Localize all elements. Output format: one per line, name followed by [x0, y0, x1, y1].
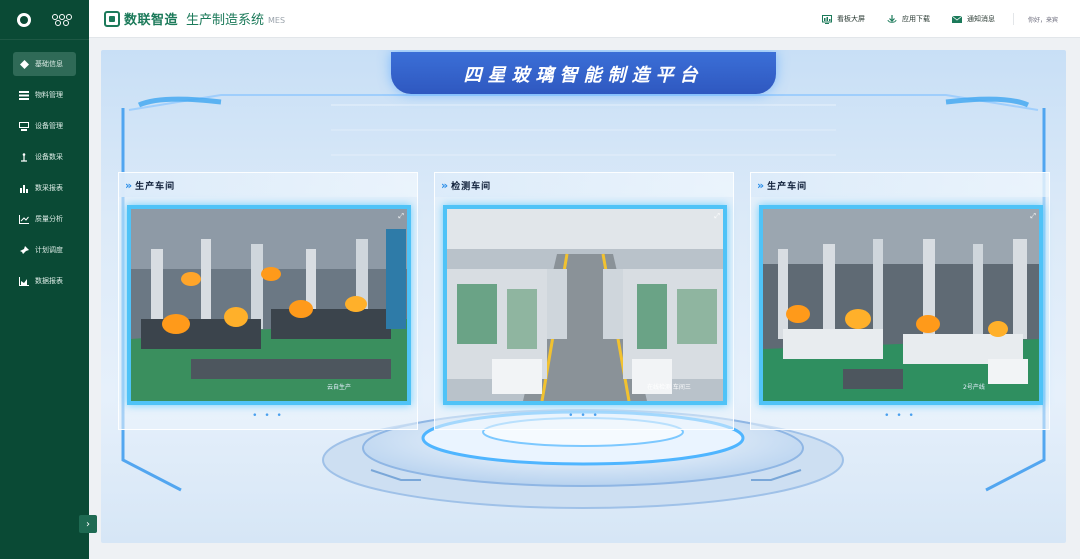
sidebar-item-label: 数采报表	[35, 184, 63, 192]
chevron-right-icon: ›	[86, 518, 90, 530]
download-icon	[887, 14, 897, 23]
video-caption: 云自生产	[327, 384, 352, 391]
app-download-label: 应用下载	[901, 15, 930, 23]
platform-title-bar: 四星玻璃智能制造平台	[391, 52, 776, 94]
sidebar-item-label: 质量分析	[35, 215, 63, 223]
header-divider	[1012, 13, 1014, 25]
video-caption: 2号产线	[963, 384, 985, 391]
platform-title: 四星玻璃智能制造平台	[463, 65, 704, 86]
header-actions: 看板大屏 应用下载 通知消息 你好，来宾	[800, 0, 1058, 38]
brand[interactable]: 数联智造 生产制造系统 MES	[104, 9, 285, 28]
antenna-icon	[19, 152, 29, 162]
expand-icon[interactable]: ⤢	[714, 212, 720, 221]
workshop-panel-production-1: » 生产车间 ⤢ 云自生产 • • •	[118, 172, 418, 430]
sidebar-item-label: 设备数采	[35, 153, 63, 161]
brand-logo-icon	[104, 10, 120, 27]
pagination-dots[interactable]: • • •	[435, 411, 733, 421]
system-name: 生产制造系统	[186, 13, 265, 28]
sidebar-item-schedule[interactable]: 计划调度	[13, 238, 76, 262]
expand-icon[interactable]: ⤢	[1030, 212, 1036, 221]
sidebar-collapse-button[interactable]: ›	[79, 515, 97, 533]
expand-icon[interactable]: ⤢	[398, 212, 404, 221]
diamond-icon	[19, 59, 29, 69]
device-icon	[19, 121, 29, 131]
sidebar: 基础信息 物料管理 设备管理 设备数采 数采报表 质量分析 计划调度 数据报表 …	[0, 0, 97, 559]
report-icon	[19, 276, 29, 286]
trend-icon	[19, 214, 29, 224]
camera-feed[interactable]: ⤢ 在线检测 车间三	[443, 205, 727, 405]
sidebar-menu: 基础信息 物料管理 设备管理 设备数采 数采报表 质量分析 计划调度 数据报表	[0, 52, 89, 293]
sidebar-logos	[0, 0, 89, 40]
panel-title: 检测车间	[451, 181, 492, 192]
factory-video-image	[131, 209, 407, 401]
dashboard-icon	[821, 14, 832, 24]
notification-label: 通知消息	[966, 15, 995, 23]
brand-name: 数联智造	[124, 13, 179, 28]
sidebar-item-label: 物料管理	[35, 91, 63, 99]
camera-feed[interactable]: ⤢ 2号产线	[759, 205, 1043, 405]
camera-feed[interactable]: ⤢ 云自生产	[127, 205, 411, 405]
double-chevron-icon: »	[441, 178, 448, 192]
sidebar-item-basic-info[interactable]: 基础信息	[13, 52, 76, 76]
sidebar-item-material[interactable]: 物料管理	[13, 83, 76, 107]
panel-header: » 生产车间	[751, 173, 1049, 197]
pagination-dots[interactable]: • • •	[119, 411, 417, 421]
bar-chart-icon	[19, 184, 29, 193]
double-chevron-icon: »	[757, 178, 764, 192]
notification-button[interactable]: 通知消息	[951, 14, 995, 24]
workshop-panel-production-2: » 生产车间 ⤢ 2号产线 • • •	[750, 172, 1050, 430]
panel-header: » 生产车间	[119, 173, 417, 197]
video-caption: 在线检测 车间三	[647, 384, 691, 391]
factory-video-image	[763, 209, 1039, 401]
top-header: 数联智造 生产制造系统 MES 看板大屏 应用下载 通知消息 你好，来宾	[89, 0, 1080, 38]
sidebar-item-collect-report[interactable]: 数采报表	[13, 176, 76, 200]
dashboard-screen-button[interactable]: 看板大屏	[821, 14, 865, 24]
user-greeting[interactable]: 你好，来宾	[1028, 15, 1058, 24]
workshop-panel-inspection: » 检测车间 ⤢ 在线检测 车间三 • • •	[434, 172, 734, 430]
sidebar-item-device-collect[interactable]: 设备数采	[13, 145, 76, 169]
sidebar-item-data-report[interactable]: 数据报表	[13, 269, 76, 293]
main-dashboard: 四星玻璃智能制造平台 » 生产车间 ⤢ 云自生产 • • • » 检测车间 ⤢ …	[101, 50, 1066, 543]
sidebar-item-quality[interactable]: 质量分析	[13, 207, 76, 231]
mail-icon	[951, 15, 962, 23]
double-chevron-icon: »	[125, 178, 132, 192]
layers-icon	[19, 90, 29, 100]
panel-title: 生产车间	[135, 181, 176, 192]
pin-icon	[19, 245, 29, 255]
sidebar-item-label: 基础信息	[35, 60, 63, 68]
company-logo-icon	[16, 12, 31, 27]
system-tag: MES	[268, 15, 286, 25]
sidebar-item-device[interactable]: 设备管理	[13, 114, 76, 138]
pagination-dots[interactable]: • • •	[751, 411, 1049, 421]
sidebar-item-label: 数据报表	[35, 277, 63, 285]
factory-video-image	[447, 209, 723, 401]
sidebar-item-label: 设备管理	[35, 122, 63, 130]
panel-header: » 检测车间	[435, 173, 733, 197]
app-download-button[interactable]: 应用下载	[887, 14, 930, 24]
china-unicom-logo-icon	[52, 13, 73, 27]
dashboard-screen-label: 看板大屏	[836, 15, 865, 23]
sidebar-item-label: 计划调度	[35, 246, 63, 254]
panel-title: 生产车间	[767, 181, 808, 192]
